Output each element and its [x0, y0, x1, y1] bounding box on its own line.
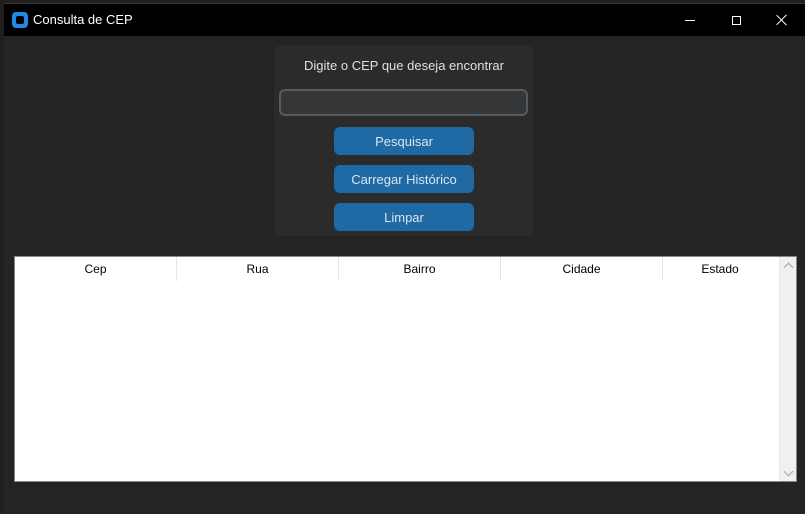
table-header: Cep Rua Bairro Cidade Estado — [15, 257, 777, 281]
app-window: Consulta de CEP Digite o CEP que deseja … — [4, 3, 805, 514]
title-bar[interactable]: Consulta de CEP — [4, 4, 805, 36]
cep-input[interactable] — [279, 89, 528, 116]
minimize-button[interactable] — [667, 4, 713, 36]
column-header-cep[interactable]: Cep — [15, 257, 177, 281]
chevron-down-icon — [783, 466, 793, 476]
close-icon — [776, 14, 788, 26]
app-icon — [12, 12, 28, 28]
close-button[interactable] — [759, 4, 805, 36]
vertical-scrollbar[interactable] — [779, 257, 796, 481]
minimize-icon — [685, 19, 695, 21]
results-table[interactable]: Cep Rua Bairro Cidade Estado — [14, 256, 797, 482]
column-header-estado[interactable]: Estado — [663, 257, 777, 281]
column-header-rua[interactable]: Rua — [177, 257, 339, 281]
search-button[interactable]: Pesquisar — [334, 127, 474, 155]
chevron-up-icon — [783, 262, 793, 272]
column-header-cidade[interactable]: Cidade — [501, 257, 663, 281]
scroll-up-button[interactable] — [780, 257, 796, 274]
maximize-icon — [731, 15, 741, 25]
cep-prompt-label: Digite o CEP que deseja encontrar — [304, 58, 504, 73]
clear-button[interactable]: Limpar — [334, 203, 474, 231]
maximize-button[interactable] — [713, 4, 759, 36]
window-title: Consulta de CEP — [33, 12, 133, 27]
load-history-button[interactable]: Carregar Histórico — [334, 165, 474, 193]
column-header-bairro[interactable]: Bairro — [339, 257, 501, 281]
search-form-panel: Digite o CEP que deseja encontrar Pesqui… — [274, 46, 534, 236]
screen: Consulta de CEP Digite o CEP que deseja … — [0, 0, 805, 514]
scroll-down-button[interactable] — [780, 464, 796, 481]
